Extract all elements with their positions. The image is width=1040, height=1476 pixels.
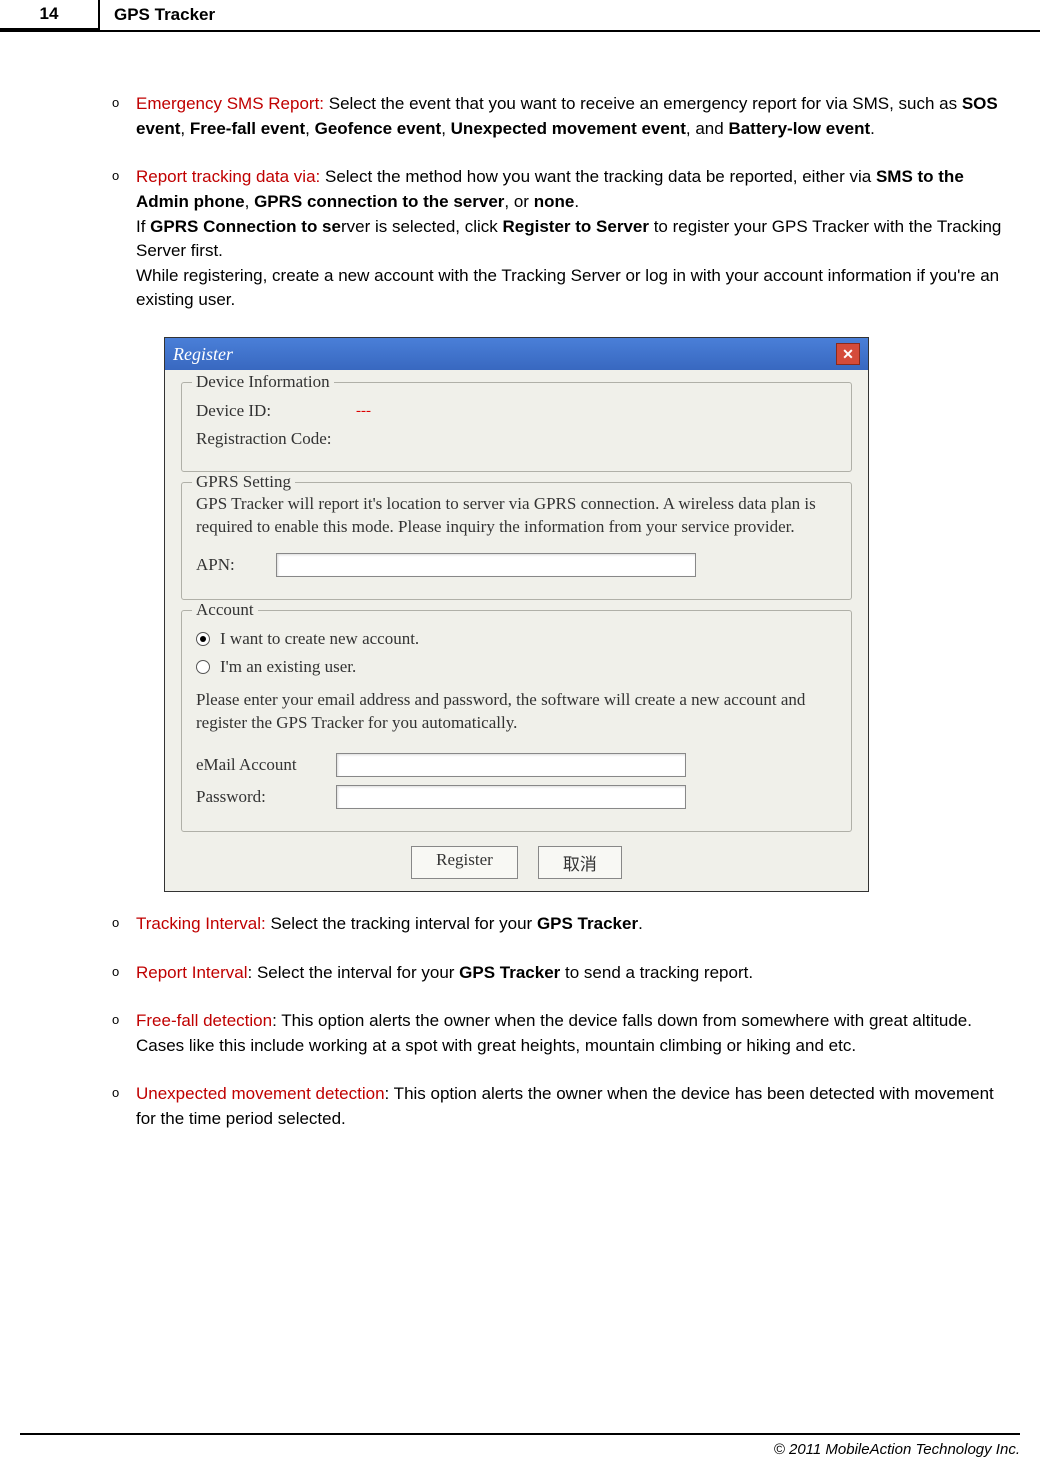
register-dialog: Register ✕ Device Information Device ID:… bbox=[164, 337, 869, 892]
bold-term: Unexpected movement event bbox=[451, 119, 686, 138]
radio-label: I want to create new account. bbox=[220, 629, 419, 649]
item-label: Emergency SMS Report: bbox=[136, 94, 324, 113]
text: Select the tracking interval for your bbox=[266, 914, 537, 933]
list-item: o Report Interval: Select the interval f… bbox=[30, 961, 1010, 986]
page-header: 14 GPS Tracker bbox=[0, 0, 1040, 32]
text: , bbox=[245, 192, 254, 211]
apn-label: APN: bbox=[196, 555, 276, 575]
list-item: o Report tracking data via: Select the m… bbox=[30, 165, 1010, 313]
bold-term: GPS Tracker bbox=[459, 963, 560, 982]
close-icon[interactable]: ✕ bbox=[836, 343, 860, 365]
fieldset-legend: Device Information bbox=[192, 372, 334, 392]
page-footer: © 2011 MobileAction Technology Inc. bbox=[20, 1433, 1020, 1458]
bullet-icon: o bbox=[112, 1082, 136, 1131]
item-text: Tracking Interval: Select the tracking i… bbox=[136, 912, 1010, 937]
bullet-icon: o bbox=[112, 165, 136, 313]
item-label: Unexpected movement detection bbox=[136, 1084, 385, 1103]
item-label: Report Interval bbox=[136, 963, 248, 982]
list-item: o Free-fall detection: This option alert… bbox=[30, 1009, 1010, 1058]
list-item: o Tracking Interval: Select the tracking… bbox=[30, 912, 1010, 937]
bold-term: GPRS Connection to se bbox=[150, 217, 341, 236]
bold-term: Geofence event bbox=[315, 119, 442, 138]
password-label: Password: bbox=[196, 787, 336, 807]
text: Select the method how you want the track… bbox=[320, 167, 876, 186]
page-number: 14 bbox=[0, 0, 100, 30]
dialog-button-row: Register 取消 bbox=[181, 842, 852, 879]
registration-code-label: Registraction Code: bbox=[196, 429, 356, 449]
device-id-label: Device ID: bbox=[196, 401, 356, 421]
text: rver is selected, click bbox=[341, 217, 503, 236]
text: Select the event that you want to receiv… bbox=[324, 94, 962, 113]
field-row: APN: bbox=[196, 553, 837, 577]
device-info-fieldset: Device Information Device ID: --- Regist… bbox=[181, 382, 852, 472]
content-area: o Emergency SMS Report: Select the event… bbox=[0, 32, 1040, 1132]
item-label: Report tracking data via: bbox=[136, 167, 320, 186]
text: : Select the interval for your bbox=[248, 963, 460, 982]
text: While registering, create a new account … bbox=[136, 266, 999, 310]
text: . bbox=[574, 192, 579, 211]
account-description: Please enter your email address and pass… bbox=[196, 689, 837, 735]
item-text: Report tracking data via: Select the met… bbox=[136, 165, 1010, 313]
item-label: Free-fall detection bbox=[136, 1011, 272, 1030]
dialog-titlebar: Register ✕ bbox=[165, 338, 868, 370]
text: to send a tracking report. bbox=[560, 963, 753, 982]
bullet-icon: o bbox=[112, 912, 136, 937]
text: , bbox=[180, 119, 189, 138]
bold-term: Battery-low event bbox=[728, 119, 870, 138]
field-row: Registraction Code: bbox=[196, 429, 837, 449]
text: , or bbox=[504, 192, 533, 211]
field-row: Device ID: --- bbox=[196, 401, 837, 421]
page-title: GPS Tracker bbox=[100, 0, 215, 30]
item-text: Emergency SMS Report: Select the event t… bbox=[136, 92, 1010, 141]
bold-term: GPRS connection to the server bbox=[254, 192, 504, 211]
cancel-button[interactable]: 取消 bbox=[538, 846, 622, 879]
radio-label: I'm an existing user. bbox=[220, 657, 356, 677]
password-input[interactable] bbox=[336, 785, 686, 809]
text: , bbox=[441, 119, 450, 138]
text: , and bbox=[686, 119, 729, 138]
item-label: Tracking Interval: bbox=[136, 914, 266, 933]
text: If bbox=[136, 217, 150, 236]
field-row: eMail Account bbox=[196, 753, 837, 777]
text: , bbox=[305, 119, 314, 138]
text: . bbox=[638, 914, 643, 933]
copyright-text: © 2011 MobileAction Technology Inc. bbox=[774, 1441, 1020, 1458]
radio-option-create[interactable]: I want to create new account. bbox=[196, 629, 837, 649]
apn-input[interactable] bbox=[276, 553, 696, 577]
radio-icon[interactable] bbox=[196, 660, 210, 674]
bullet-icon: o bbox=[112, 961, 136, 986]
gprs-fieldset: GPRS Setting GPS Tracker will report it'… bbox=[181, 482, 852, 600]
item-text: Free-fall detection: This option alerts … bbox=[136, 1009, 1010, 1058]
radio-icon[interactable] bbox=[196, 632, 210, 646]
email-input[interactable] bbox=[336, 753, 686, 777]
fieldset-legend: GPRS Setting bbox=[192, 472, 295, 492]
bullet-icon: o bbox=[112, 92, 136, 141]
dialog-title: Register bbox=[173, 344, 233, 365]
dialog-body: Device Information Device ID: --- Regist… bbox=[165, 370, 868, 891]
gprs-description: GPS Tracker will report it's location to… bbox=[196, 493, 837, 539]
bold-term: GPS Tracker bbox=[537, 914, 638, 933]
item-text: Report Interval: Select the interval for… bbox=[136, 961, 1010, 986]
field-row: Password: bbox=[196, 785, 837, 809]
bold-term: none bbox=[534, 192, 575, 211]
list-item: o Unexpected movement detection: This op… bbox=[30, 1082, 1010, 1131]
device-id-value: --- bbox=[356, 403, 371, 420]
email-label: eMail Account bbox=[196, 755, 336, 775]
fieldset-legend: Account bbox=[192, 600, 258, 620]
bullet-icon: o bbox=[112, 1009, 136, 1058]
bold-term: Register to Server bbox=[503, 217, 649, 236]
list-item: o Emergency SMS Report: Select the event… bbox=[30, 92, 1010, 141]
text: . bbox=[870, 119, 875, 138]
account-fieldset: Account I want to create new account. I'… bbox=[181, 610, 852, 832]
radio-option-existing[interactable]: I'm an existing user. bbox=[196, 657, 837, 677]
item-text: Unexpected movement detection: This opti… bbox=[136, 1082, 1010, 1131]
register-button[interactable]: Register bbox=[411, 846, 518, 879]
bold-term: Free-fall event bbox=[190, 119, 305, 138]
